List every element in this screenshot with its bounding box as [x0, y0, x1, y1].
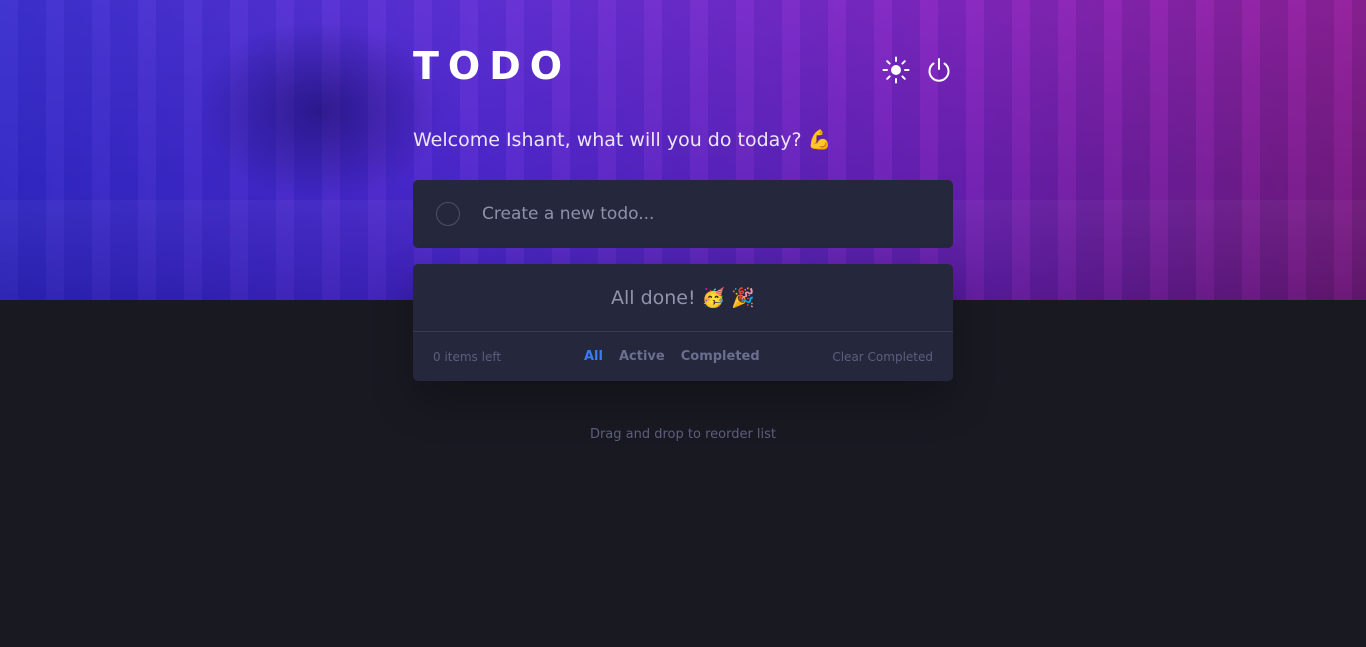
filter-tabs: All Active Completed — [584, 349, 760, 364]
filter-active[interactable]: Active — [619, 349, 665, 364]
logout-button[interactable] — [924, 55, 954, 85]
filter-completed[interactable]: Completed — [681, 349, 760, 364]
new-todo-checkbox[interactable] — [436, 202, 460, 226]
welcome-message: Welcome Ishant, what will you do today? … — [413, 129, 832, 151]
hero-corridor-shade — [195, 20, 445, 200]
items-left-count: 0 items left — [433, 349, 502, 364]
theme-toggle-button[interactable] — [881, 55, 911, 85]
list-footer: 0 items left All Active Completed Clear … — [413, 332, 953, 381]
new-todo-bar — [413, 180, 953, 248]
drag-hint: Drag and drop to reorder list — [589, 427, 777, 442]
empty-list-message: All done! 🥳 🎉 — [413, 264, 953, 332]
app-title: TODO — [413, 44, 572, 88]
power-icon — [928, 58, 950, 82]
sun-icon — [882, 56, 910, 84]
new-todo-input[interactable] — [482, 204, 922, 224]
todo-list: All done! 🥳 🎉 0 items left All Active Co… — [413, 264, 953, 381]
clear-completed-button[interactable]: Clear Completed — [832, 350, 933, 364]
filter-all[interactable]: All — [584, 349, 603, 364]
